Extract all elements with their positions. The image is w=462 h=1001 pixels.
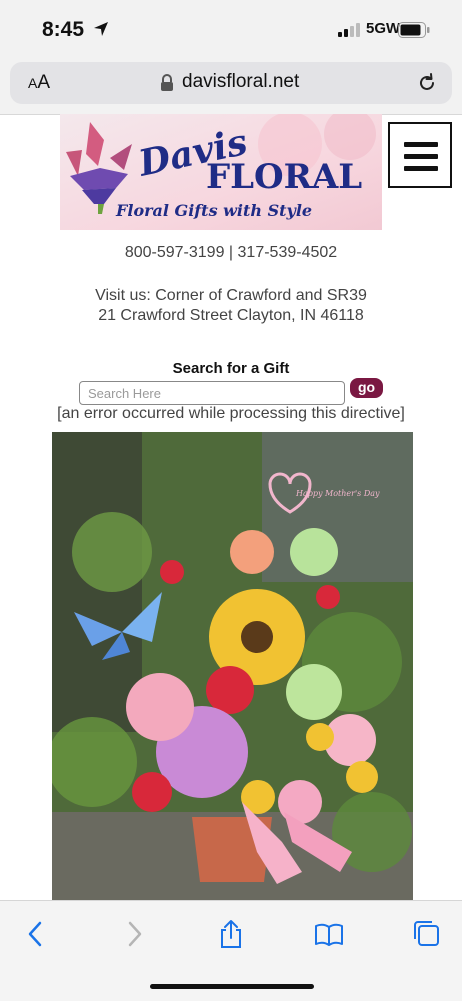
logo-tagline: Floral Gifts with Style	[115, 201, 312, 220]
forward-icon[interactable]	[118, 919, 148, 949]
network-type: 5GW	[366, 20, 401, 37]
menu-bar-icon	[404, 166, 438, 171]
home-indicator	[150, 984, 314, 989]
menu-bar-icon	[404, 142, 438, 147]
search-input[interactable]	[79, 381, 345, 405]
text-size-button[interactable]: AA	[28, 72, 50, 94]
menu-bar-icon	[404, 154, 438, 159]
davis-floral-logo[interactable]: Davis FLORAL Floral Gifts with Style	[60, 114, 382, 230]
error-message: [an error occurred while processing this…	[57, 405, 405, 422]
go-button[interactable]: go	[350, 378, 383, 398]
lock-icon	[161, 74, 173, 91]
address-bar[interactable]: AA davisfloral.net	[10, 62, 452, 104]
search-heading: Search for a Gift	[172, 360, 290, 377]
browser-chrome: AA davisfloral.net	[0, 58, 462, 115]
back-icon[interactable]	[22, 919, 52, 949]
hamburger-menu-button[interactable]	[388, 122, 452, 188]
url-text[interactable]: davisfloral.net	[182, 71, 299, 93]
reload-icon[interactable]	[416, 72, 438, 94]
visit-location: Visit us: Corner of Crawford and SR39	[95, 287, 367, 304]
phone-numbers[interactable]: 800-597-3199 | 317-539-4502	[0, 244, 462, 262]
street-address: 21 Crawford Street Clayton, IN 46118	[98, 307, 364, 324]
flower-arrangement-image[interactable]: Happy Mother's Day	[52, 432, 413, 902]
logo-name-line2: FLORAL	[206, 157, 362, 197]
cellular-signal-icon	[338, 23, 360, 37]
battery-icon	[398, 22, 430, 38]
sign-text: Happy Mother's Day	[295, 489, 380, 498]
share-icon[interactable]	[216, 919, 246, 949]
tabs-icon[interactable]	[412, 919, 442, 949]
status-bar: 8:45 5GW	[0, 0, 462, 58]
clock-time: 8:45	[42, 18, 85, 41]
location-arrow-icon	[94, 22, 108, 36]
bookmarks-icon[interactable]	[314, 919, 344, 949]
